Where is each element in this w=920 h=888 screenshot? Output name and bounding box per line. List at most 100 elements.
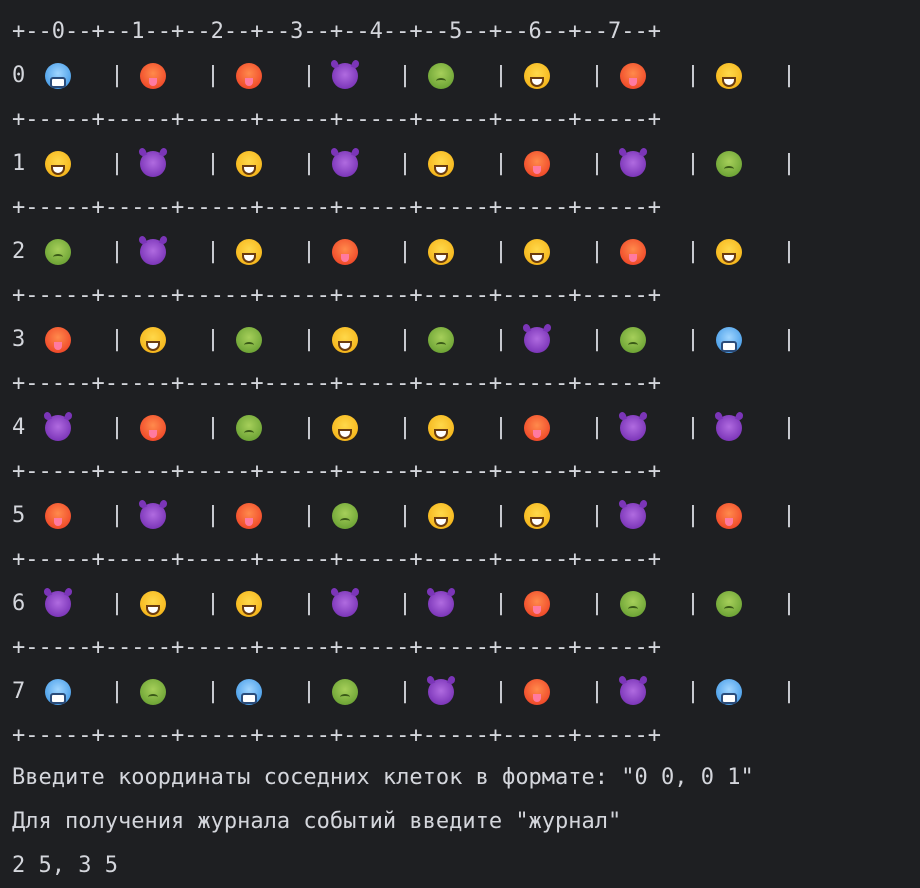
cell-divider: |: [302, 151, 316, 176]
cell-divider: |: [206, 63, 220, 88]
cell-divider: |: [494, 503, 508, 528]
cell-divider: |: [110, 63, 124, 88]
grin-face-icon: [524, 239, 550, 265]
hot-face-icon: [140, 63, 166, 89]
cell-divider: |: [590, 415, 604, 440]
board-row: 7 | | | | | | | |: [0, 676, 920, 708]
grin-face-icon: [236, 591, 262, 617]
cell-divider: |: [110, 239, 124, 264]
cell-divider: |: [590, 503, 604, 528]
cell-divider: |: [302, 415, 316, 440]
cold-face-icon: [716, 679, 742, 705]
hot-face-icon: [524, 151, 550, 177]
devil-face-icon: [620, 503, 646, 529]
cell-divider: |: [398, 415, 412, 440]
board-row: 0 | | | | | | | |: [0, 60, 920, 92]
cell-divider: |: [590, 63, 604, 88]
row-separator: +-----+-----+-----+-----+-----+-----+---…: [12, 107, 662, 132]
grin-face-icon: [524, 503, 550, 529]
cell-divider: |: [110, 327, 124, 352]
cell-divider: |: [302, 63, 316, 88]
hot-face-icon: [45, 327, 71, 353]
cold-face-icon: [45, 679, 71, 705]
row-index-label: 1: [12, 151, 26, 176]
cell-divider: |: [110, 415, 124, 440]
board-row: 4 | | | | | | | |: [0, 412, 920, 444]
row-separator: +-----+-----+-----+-----+-----+-----+---…: [12, 371, 662, 396]
user-input-line[interactable]: 2 5, 3 5: [12, 850, 118, 882]
grin-face-icon: [716, 239, 742, 265]
row-index-label: 6: [12, 591, 26, 616]
row-separator: +-----+-----+-----+-----+-----+-----+---…: [12, 635, 662, 660]
grin-face-icon: [428, 151, 454, 177]
cell-divider: |: [206, 503, 220, 528]
devil-face-icon: [45, 415, 71, 441]
row-index-label: 2: [12, 239, 26, 264]
grin-face-icon: [45, 151, 71, 177]
cell-divider: |: [686, 679, 700, 704]
cell-divider: |: [782, 415, 796, 440]
cold-face-icon: [236, 679, 262, 705]
cell-divider: |: [398, 327, 412, 352]
cell-divider: |: [398, 63, 412, 88]
sick-face-icon: [45, 239, 71, 265]
cell-divider: |: [590, 327, 604, 352]
cell-divider: |: [110, 503, 124, 528]
cell-divider: |: [398, 679, 412, 704]
hot-face-icon: [524, 679, 550, 705]
cell-divider: |: [398, 591, 412, 616]
coordinates-prompt: Введите координаты соседних клеток в фор…: [12, 765, 754, 790]
sick-face-icon: [236, 327, 262, 353]
cell-divider: |: [590, 239, 604, 264]
grin-face-icon: [428, 503, 454, 529]
cold-face-icon: [716, 327, 742, 353]
grin-face-icon: [140, 591, 166, 617]
hot-face-icon: [45, 503, 71, 529]
sick-face-icon: [716, 591, 742, 617]
grin-face-icon: [332, 327, 358, 353]
cell-divider: |: [302, 327, 316, 352]
hot-face-icon: [716, 503, 742, 529]
row-separator: +-----+-----+-----+-----+-----+-----+---…: [12, 547, 662, 572]
cell-divider: |: [590, 591, 604, 616]
cell-divider: |: [686, 591, 700, 616]
devil-face-icon: [620, 151, 646, 177]
cell-divider: |: [782, 151, 796, 176]
row-separator: +-----+-----+-----+-----+-----+-----+---…: [12, 723, 662, 748]
log-prompt: Для получения журнала событий введите "ж…: [12, 809, 622, 834]
grin-face-icon: [524, 63, 550, 89]
cell-divider: |: [302, 239, 316, 264]
devil-face-icon: [524, 327, 550, 353]
cell-divider: |: [398, 239, 412, 264]
hot-face-icon: [332, 239, 358, 265]
sick-face-icon: [236, 415, 262, 441]
cell-divider: |: [302, 591, 316, 616]
board-row: 2 | | | | | | | |: [0, 236, 920, 268]
row-separator: +-----+-----+-----+-----+-----+-----+---…: [12, 195, 662, 220]
cell-divider: |: [494, 591, 508, 616]
cell-divider: |: [686, 151, 700, 176]
cell-divider: |: [110, 591, 124, 616]
cell-divider: |: [782, 327, 796, 352]
sick-face-icon: [428, 327, 454, 353]
sick-face-icon: [140, 679, 166, 705]
cell-divider: |: [686, 327, 700, 352]
cell-divider: |: [398, 503, 412, 528]
cell-divider: |: [206, 327, 220, 352]
devil-face-icon: [428, 591, 454, 617]
cell-divider: |: [686, 503, 700, 528]
cell-divider: |: [110, 679, 124, 704]
devil-face-icon: [620, 415, 646, 441]
devil-face-icon: [620, 679, 646, 705]
cell-divider: |: [782, 679, 796, 704]
sick-face-icon: [620, 591, 646, 617]
cell-divider: |: [206, 415, 220, 440]
board-row: 3 | | | | | | | |: [0, 324, 920, 356]
hot-face-icon: [140, 415, 166, 441]
cell-divider: |: [494, 327, 508, 352]
hot-face-icon: [236, 63, 262, 89]
devil-face-icon: [45, 591, 71, 617]
grin-face-icon: [716, 63, 742, 89]
hot-face-icon: [620, 239, 646, 265]
cell-divider: |: [782, 239, 796, 264]
